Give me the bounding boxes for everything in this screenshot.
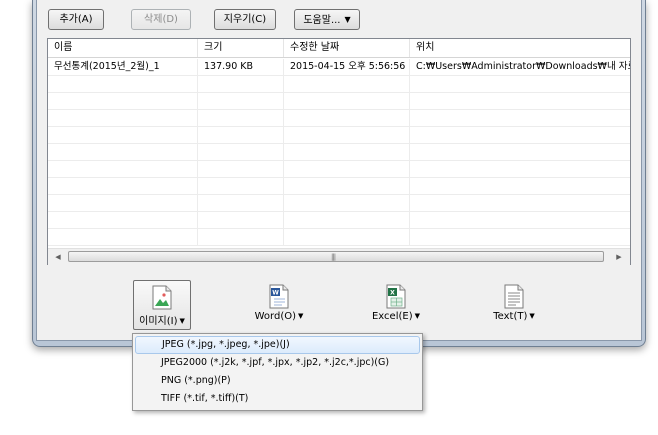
row-divider (198, 93, 284, 109)
list-row-empty (48, 212, 630, 229)
row-divider (198, 178, 284, 194)
row-divider (284, 229, 410, 245)
row-divider (48, 127, 198, 143)
export-image-text: 이미지(I) (139, 316, 178, 327)
row-divider (284, 195, 410, 211)
cell-name: 무선통계(2015년_2월)_1 (48, 59, 198, 75)
chevron-down-icon: ▼ (344, 15, 351, 24)
image-format-menu: JPEG (*.jpg, *.jpeg, *.jpe)(J) JPEG2000 … (132, 333, 423, 411)
column-header-size[interactable]: 크기 (198, 39, 284, 57)
row-divider (284, 76, 410, 92)
menu-item-jpeg[interactable]: JPEG (*.jpg, *.jpeg, *.jpe)(J) (135, 336, 420, 354)
excel-file-icon: X (386, 284, 406, 309)
help-label: 도움말... (303, 15, 341, 26)
export-word-label: Word(O) ▼ (240, 311, 318, 322)
list-row-empty (48, 178, 630, 195)
menu-item-jpeg2000[interactable]: JPEG2000 (*.j2k, *.jpf, *.jpx, *.jp2, *.… (135, 354, 420, 372)
scrollbar-thumb[interactable]: ||| (68, 251, 604, 262)
table-row[interactable]: 무선통계(2015년_2월)_1 137.90 KB 2015-04-15 오후… (48, 59, 630, 76)
delete-button[interactable]: 삭제(D) (131, 9, 191, 30)
list-row-empty (48, 93, 630, 110)
chevron-down-icon: ▼ (298, 312, 304, 320)
help-dropdown-button[interactable]: 도움말... ▼ (294, 9, 360, 30)
export-text-label: Text(T) ▼ (475, 311, 553, 322)
add-button[interactable]: 추가(A) (48, 9, 104, 30)
list-row-empty (48, 76, 630, 93)
row-divider (198, 127, 284, 143)
list-row-empty (48, 161, 630, 178)
column-header-name[interactable]: 이름 (48, 39, 198, 57)
row-divider (198, 110, 284, 126)
cell-location: C:₩Users₩Administrator₩Downloads₩내 자료 (416, 61, 630, 72)
list-row-empty (48, 110, 630, 127)
row-divider (48, 144, 198, 160)
row-divider (48, 161, 198, 177)
svg-text:X: X (390, 290, 395, 297)
row-divider (284, 144, 410, 160)
list-row-empty (48, 195, 630, 212)
export-excel-button[interactable]: X Excel(E) ▼ (367, 280, 425, 330)
word-file-icon: W (269, 284, 289, 309)
export-word-text: Word(O) (254, 311, 296, 322)
list-body: 무선통계(2015년_2월)_1 137.90 KB 2015-04-15 오후… (48, 58, 630, 248)
row-divider (48, 110, 198, 126)
file-list[interactable]: 이름 크기 수정한 날짜 위치 무선통계(2015년_2월)_1 137.90 … (47, 38, 631, 265)
row-divider (198, 195, 284, 211)
column-header-location[interactable]: 위치 (410, 39, 630, 57)
row-divider (198, 229, 284, 245)
cell-size: 137.90 KB (198, 59, 284, 75)
list-row-empty (48, 127, 630, 144)
row-divider (48, 195, 198, 211)
row-divider (284, 110, 410, 126)
text-file-icon (504, 284, 524, 309)
row-divider (48, 93, 198, 109)
cell-modified: 2015-04-15 오후 5:56:56 (284, 59, 410, 75)
clear-button[interactable]: 지우기(C) (214, 9, 276, 30)
export-image-label: 이미지(I) ▼ (124, 312, 200, 327)
chevron-down-icon: ▼ (179, 317, 185, 325)
row-divider (198, 76, 284, 92)
list-header: 이름 크기 수정한 날짜 위치 (48, 39, 630, 58)
row-divider (198, 161, 284, 177)
row-divider (284, 127, 410, 143)
row-divider (48, 178, 198, 194)
row-divider (284, 212, 410, 228)
scroll-left-icon[interactable]: ◀ (50, 250, 66, 264)
row-divider (48, 76, 198, 92)
export-text-button[interactable]: Text(T) ▼ (485, 280, 543, 330)
image-file-icon (152, 285, 172, 310)
grip-icon: ||| (331, 253, 336, 261)
row-divider (48, 229, 198, 245)
row-divider (284, 161, 410, 177)
export-text-text: Text(T) (493, 311, 528, 322)
svg-text:W: W (272, 290, 279, 297)
scroll-right-icon[interactable]: ▶ (611, 250, 627, 264)
list-row-empty (48, 144, 630, 161)
row-divider (198, 212, 284, 228)
column-header-modified[interactable]: 수정한 날짜 (284, 39, 410, 57)
chevron-down-icon: ▼ (529, 312, 535, 320)
export-excel-text: Excel(E) (371, 311, 413, 322)
row-divider (48, 212, 198, 228)
row-divider (198, 144, 284, 160)
export-image-button[interactable]: 이미지(I) ▼ (133, 280, 191, 330)
chevron-down-icon: ▼ (414, 312, 420, 320)
horizontal-scrollbar[interactable]: ◀ ||| ▶ (48, 248, 630, 265)
export-excel-label: Excel(E) ▼ (357, 311, 435, 322)
list-row-empty (48, 229, 630, 246)
menu-item-tiff[interactable]: TIFF (*.tif, *.tiff)(T) (135, 390, 420, 408)
row-divider (284, 178, 410, 194)
export-word-button[interactable]: W Word(O) ▼ (250, 280, 308, 330)
row-divider (284, 93, 410, 109)
menu-item-png[interactable]: PNG (*.png)(P) (135, 372, 420, 390)
